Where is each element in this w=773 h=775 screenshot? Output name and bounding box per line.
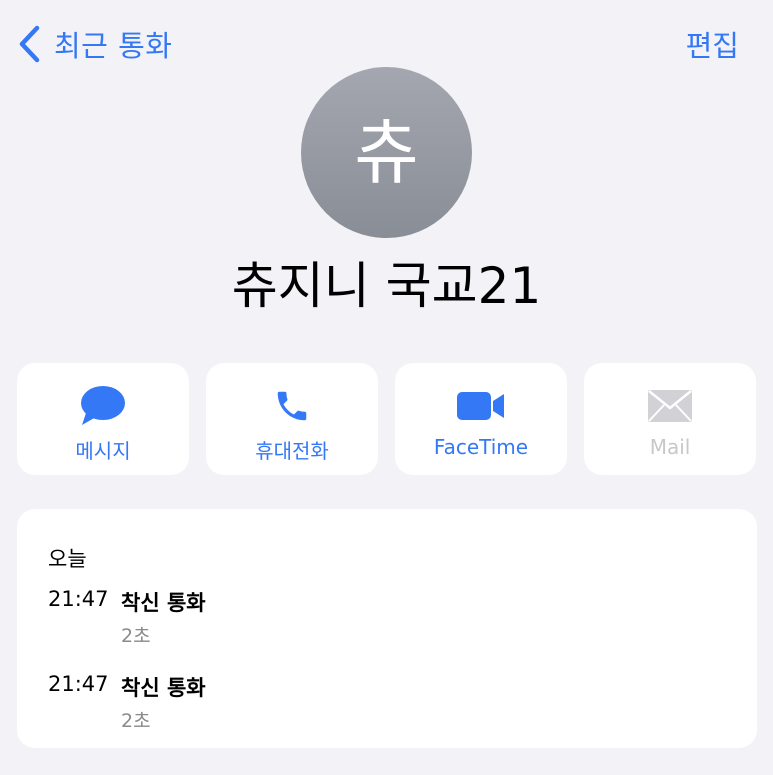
- facetime-button-label: FaceTime: [433, 435, 529, 459]
- avatar-initial: 츄: [354, 111, 419, 194]
- back-button-label: 최근 통화: [54, 29, 173, 63]
- message-bubble-icon: [81, 386, 125, 425]
- call-duration: 2초: [121, 710, 151, 732]
- mobile-call-button[interactable]: 휴대전화: [206, 363, 378, 475]
- mail-button[interactable]: Mail: [584, 363, 756, 475]
- message-button-label: 메시지: [75, 439, 131, 463]
- envelope-icon: [648, 390, 692, 422]
- call-history-row: 21:47 착신 통화 2초: [48, 587, 698, 647]
- call-history-date: 오늘: [48, 547, 87, 571]
- contact-name: 츄지니 국교21: [231, 257, 542, 315]
- call-time: 21:47: [48, 672, 109, 696]
- call-type: 착신 통화: [121, 591, 206, 615]
- call-type: 착신 통화: [121, 676, 206, 700]
- call-history-card: 오늘 21:47 착신 통화 2초 21:47 착신 통화 2초: [17, 509, 757, 748]
- call-duration: 2초: [121, 625, 151, 647]
- facetime-button[interactable]: FaceTime: [395, 363, 567, 475]
- message-button[interactable]: 메시지: [17, 363, 189, 475]
- mail-button-label: Mail: [649, 435, 691, 459]
- action-bar: 메시지 휴대전화 FaceTime Mail: [17, 363, 756, 475]
- back-button[interactable]: 최근 통화: [18, 22, 172, 66]
- chevron-left-icon: [19, 25, 40, 63]
- call-time: 21:47: [48, 587, 109, 611]
- avatar: 츄: [301, 67, 472, 238]
- call-history-row: 21:47 착신 통화 2초: [48, 672, 698, 732]
- phone-icon: [277, 391, 307, 421]
- mobile-call-button-label: 휴대전화: [255, 439, 329, 463]
- video-camera-icon: [457, 392, 504, 420]
- edit-button[interactable]: 편집: [686, 22, 739, 66]
